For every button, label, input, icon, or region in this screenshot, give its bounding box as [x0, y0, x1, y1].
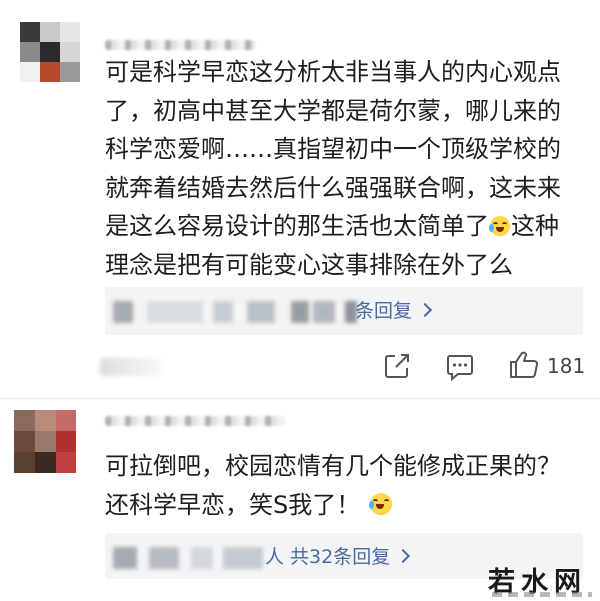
reply-count-link[interactable]: 人 共32条回复 [265, 545, 411, 569]
avatar-pixel [14, 452, 35, 473]
share-icon[interactable] [383, 352, 411, 380]
username-blurred[interactable] [105, 40, 255, 50]
avatar-pixel [20, 22, 40, 42]
laughing-tears-emoji-icon [489, 216, 510, 236]
laughing-tears-emoji-icon [369, 492, 393, 515]
avatar-pixel [60, 62, 80, 82]
avatar-pixel [40, 62, 60, 82]
like-count: 181 [547, 354, 586, 378]
avatar-pixel [14, 410, 35, 431]
avatar-pixel [60, 42, 80, 62]
avatar[interactable] [20, 22, 80, 82]
avatar-pixel [14, 431, 35, 452]
timestamp-blurred [100, 358, 160, 376]
comment-text: 可是科学早恋这分析太非当事人的内心观点 了，初高中甚至大学都是荷尔蒙，哪儿来的 … [105, 58, 561, 279]
chevron-right-icon [417, 302, 433, 318]
avatar-pixel [40, 42, 60, 62]
avatar-pixel [35, 431, 56, 452]
comment-icon[interactable] [445, 352, 475, 382]
username-blurred[interactable] [105, 416, 285, 426]
reply-summary-box[interactable]: 条回复 [105, 287, 583, 335]
comment-text: 可拉倒吧，校园恋情有几个能修成正果的？ 还科学早恋，笑S我了！ [105, 452, 561, 519]
watermark-url-blurred [492, 592, 592, 597]
avatar-pixel [60, 22, 80, 42]
thumbs-up-icon[interactable] [508, 350, 540, 380]
avatar-pixel [40, 22, 60, 42]
divider [0, 398, 600, 399]
avatar-pixel [56, 410, 76, 431]
avatar-pixel [35, 410, 56, 431]
reply-count-link[interactable]: 条回复 [355, 299, 433, 323]
avatar[interactable] [14, 410, 76, 474]
avatar-pixel [35, 452, 56, 473]
chevron-right-icon [396, 548, 411, 564]
avatar-pixel [56, 431, 76, 452]
avatar-pixel [56, 452, 76, 473]
avatar-pixel [20, 42, 40, 62]
avatar-pixel [20, 62, 40, 82]
